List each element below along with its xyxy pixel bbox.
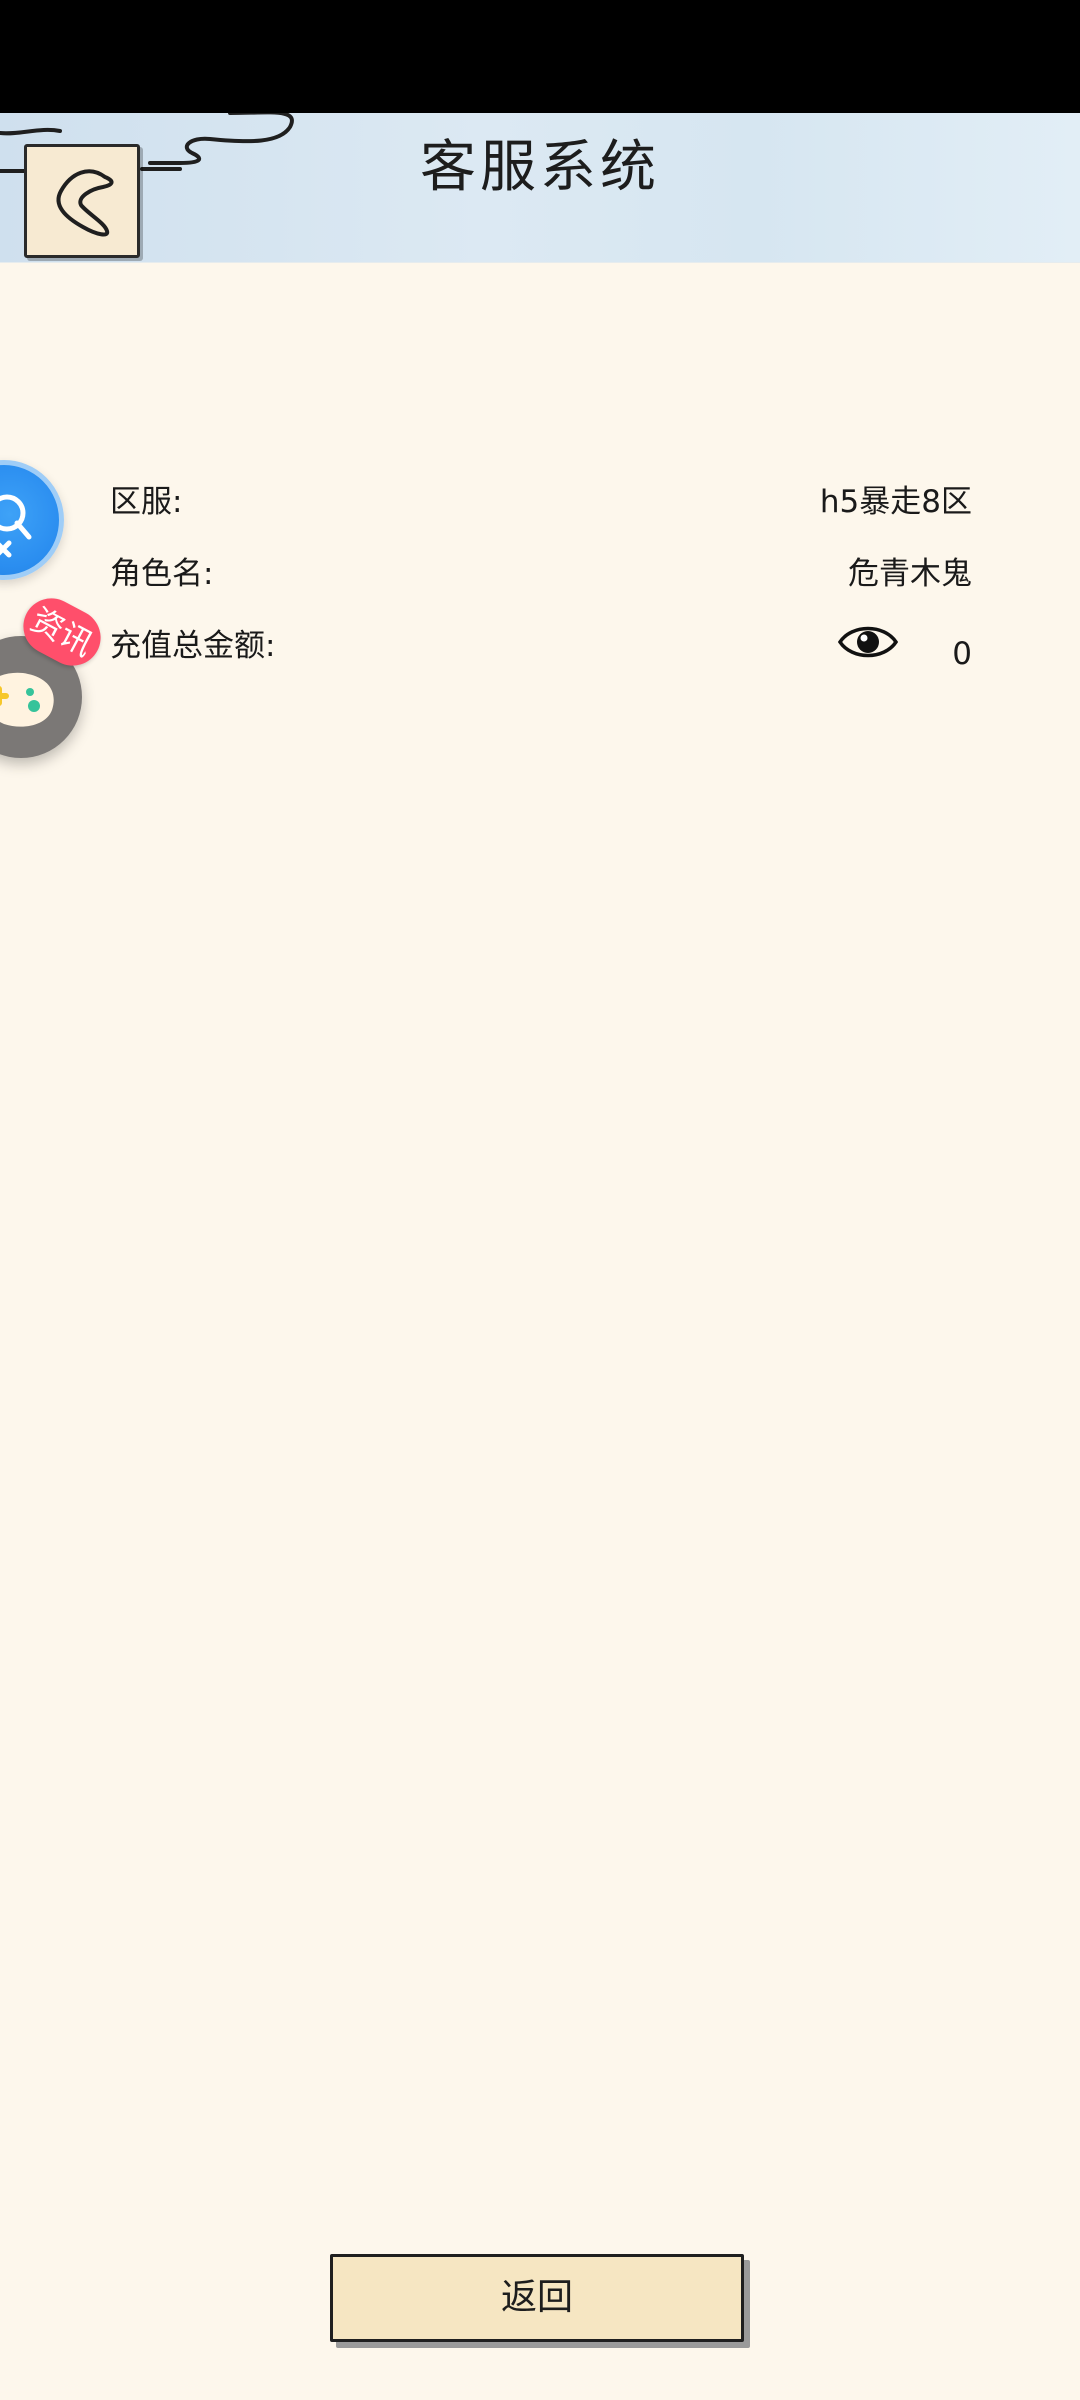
role-name-label: 角色名: [110,556,214,592]
server-value: h5暴走8区 [819,484,972,520]
recharge-total-value: 0 [952,636,972,672]
customer-service-page: 客服系统 资讯 区服: h5暴走8区 角色名: 危青木鬼 充值总金额: 0 返回 [0,0,1080,2400]
status-bar [0,0,1080,113]
customer-service-icon [0,494,32,558]
recharge-total-row: 充值总金额: 0 [110,614,972,686]
server-row: 区服: h5暴走8区 [110,470,972,542]
role-name-row: 角色名: 危青木鬼 [110,542,972,614]
return-button[interactable]: 返回 [330,2254,744,2342]
customer-service-float-button[interactable] [0,460,64,580]
recharge-total-label: 充值总金额: [110,628,276,664]
role-name-value: 危青木鬼 [848,556,972,592]
account-info-list: 区服: h5暴走8区 角色名: 危青木鬼 充值总金额: 0 [110,470,972,686]
gamepad-icon [0,672,54,727]
eye-icon[interactable] [838,620,898,664]
server-label: 区服: [110,484,183,520]
page-title: 客服系统 [420,135,660,200]
